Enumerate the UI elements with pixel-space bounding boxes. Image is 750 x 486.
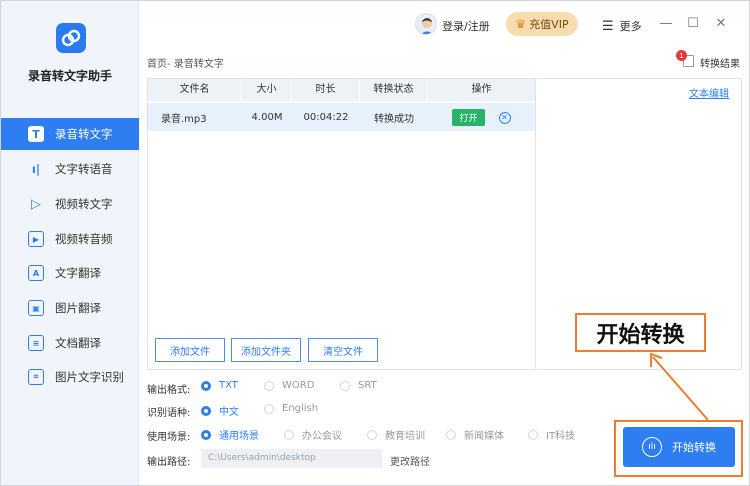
callout-arrow — [650, 352, 709, 421]
start-convert-button[interactable]: ıIı 开始转换 — [623, 427, 735, 467]
callout-label: 开始转换 — [575, 313, 706, 352]
start-convert-label: 开始转换 — [672, 441, 716, 454]
soundwave-icon: ıIı — [642, 437, 662, 457]
